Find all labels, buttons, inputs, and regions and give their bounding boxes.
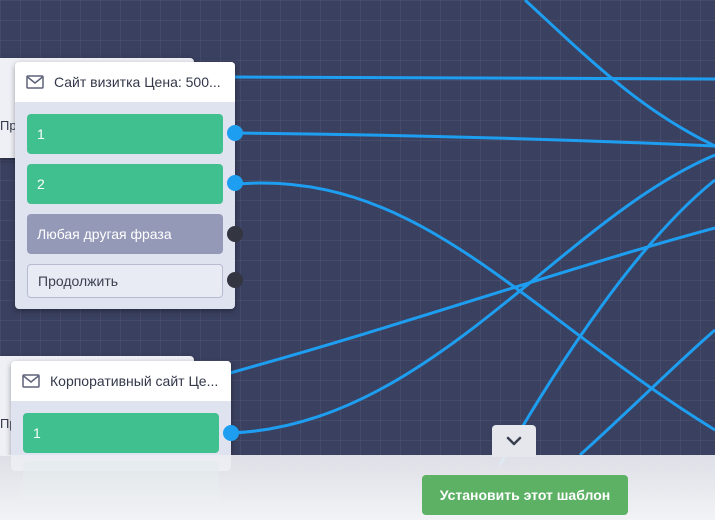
chevron-down-icon [506,436,522,446]
envelope-icon [22,374,40,388]
reply-button-label: 1 [33,425,41,441]
message-node[interactable]: Сайт визитка Цена: 500... 1 2 Любая друг… [15,62,235,309]
output-connector[interactable] [227,125,243,141]
envelope-icon [26,75,44,89]
install-template-button[interactable]: Установить этот шаблон [422,475,628,515]
connection-line [229,226,715,375]
connection-line [578,328,715,457]
output-connector[interactable] [223,425,239,441]
node-header[interactable]: Корпоративный сайт Це... [11,361,231,401]
node-header[interactable]: Сайт визитка Цена: 500... [15,62,235,102]
reply-button-label: 1 [37,126,45,142]
node-title: Корпоративный сайт Це... [50,373,219,389]
any-phrase-label: Любая другая фраза [37,226,172,242]
continue-button[interactable]: Продолжить [27,264,223,298]
connection-line [229,75,715,81]
reply-button-label: 2 [37,176,45,192]
output-connector[interactable] [227,226,243,242]
node-title: Сайт визитка Цена: 500... [54,74,221,90]
connection-line [230,153,715,435]
reply-button[interactable]: 1 [23,413,219,453]
output-connector[interactable] [227,175,243,191]
output-connector[interactable] [227,272,243,288]
connection-line [498,178,715,466]
connection-line [235,181,715,432]
reply-button[interactable]: 2 [27,164,223,204]
reply-button[interactable]: 1 [27,114,223,154]
collapse-toggle[interactable] [492,425,536,457]
connection-line [523,0,715,148]
any-phrase-button[interactable]: Любая другая фраза [27,214,223,254]
continue-button-label: Продолжить [38,273,119,289]
install-template-label: Установить этот шаблон [439,487,611,503]
connection-line [235,131,715,148]
